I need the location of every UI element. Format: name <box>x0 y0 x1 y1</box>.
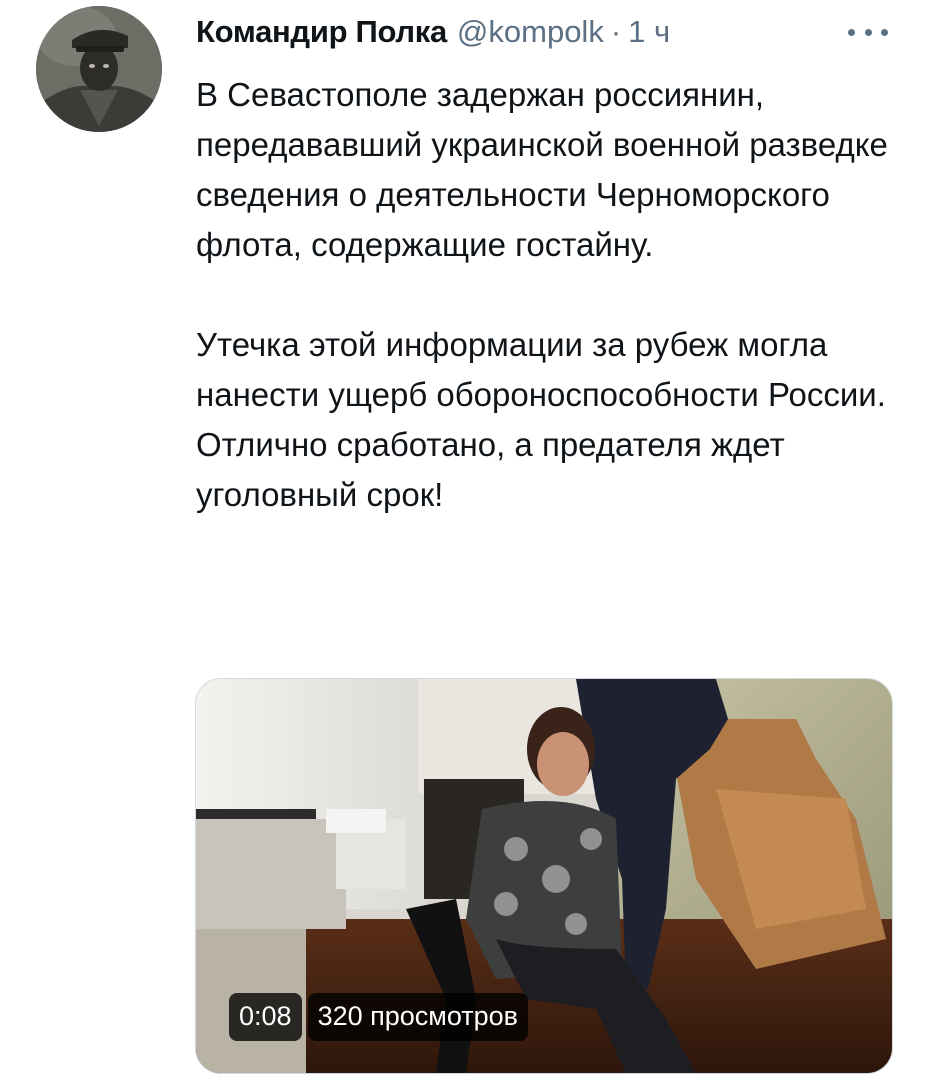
video-views-badge: 320 просмотров <box>307 993 528 1041</box>
video-duration-badge: 0:08 <box>229 993 302 1041</box>
separator-dot: · <box>610 14 622 49</box>
tweet[interactable]: Командир Полка @kompolk · 1 ч В Севастоп… <box>0 0 933 1080</box>
author-handle[interactable]: @kompolk <box>457 14 604 50</box>
tweet-header: Командир Полка @kompolk · 1 ч <box>196 10 896 54</box>
video-badges: 0:08 320 просмотров <box>229 993 528 1041</box>
tweet-paragraph-2: Утечка этой информации за рубеж могла на… <box>196 326 886 513</box>
ellipsis-icon[interactable] <box>848 22 888 42</box>
avatar-image <box>36 6 162 132</box>
avatar[interactable] <box>36 6 162 132</box>
tweet-timestamp[interactable]: 1 ч <box>628 14 670 50</box>
author-name[interactable]: Командир Полка <box>196 14 447 50</box>
tweet-text: В Севастополе задержан россиянин, переда… <box>196 70 896 520</box>
video-player[interactable]: 0:08 320 просмотров <box>195 678 893 1074</box>
tweet-paragraph-1: В Севастополе задержан россиянин, переда… <box>196 76 888 263</box>
